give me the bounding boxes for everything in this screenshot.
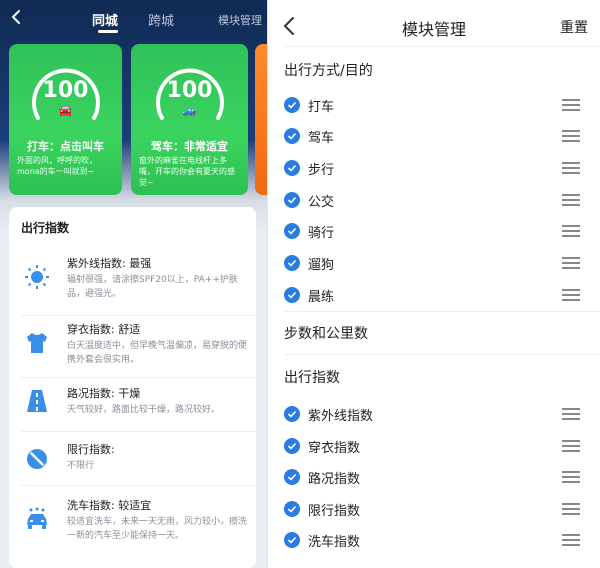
check-icon[interactable] bbox=[284, 128, 300, 144]
tab-module-manage[interactable]: 模块管理 bbox=[218, 12, 262, 28]
tab-same-city[interactable]: 同城 bbox=[92, 10, 118, 29]
drag-handle-icon[interactable] bbox=[562, 503, 580, 515]
road-icon bbox=[23, 387, 51, 415]
section-steps: 步数和公里数 bbox=[284, 326, 368, 342]
drag-handle-icon[interactable] bbox=[562, 440, 580, 452]
drive-score: 100 bbox=[166, 78, 213, 103]
no-entry-icon bbox=[23, 445, 51, 473]
drive-card-title: 驾车：非常适宜 bbox=[151, 140, 228, 153]
index-desc: 天气较好，路面比较干燥，路况较好。 bbox=[67, 405, 221, 415]
divider bbox=[21, 315, 256, 316]
module-label: 路况指数 bbox=[308, 472, 361, 487]
module-row-bus[interactable]: 公交 bbox=[284, 190, 594, 214]
module-label: 限行指数 bbox=[308, 504, 361, 519]
taxi-card-title: 打车：点击叫车 bbox=[27, 140, 104, 153]
module-label: 遛狗 bbox=[308, 258, 335, 273]
shirt-icon bbox=[23, 329, 51, 357]
taxi-card-desc: 外面的风，呼呼的吹，mona的车一叫就到~ bbox=[17, 156, 97, 176]
index-title: 限行指数: bbox=[67, 443, 115, 456]
drag-handle-icon[interactable] bbox=[562, 289, 580, 301]
divider bbox=[284, 311, 600, 312]
drive-card[interactable]: 100 🚙 驾车：非常适宜 窗外的麻雀在电线杆上多嘴，开车的你会有夏天的感觉~ bbox=[131, 44, 248, 195]
module-label: 紫外线指数 bbox=[308, 409, 374, 424]
index-title: 穿衣指数: 舒适 bbox=[67, 323, 141, 336]
tab-active-indicator bbox=[98, 30, 118, 33]
module-label: 打车 bbox=[308, 100, 335, 115]
check-icon[interactable] bbox=[284, 160, 300, 176]
module-row-walk[interactable]: 步行 bbox=[284, 158, 594, 182]
index-row-restriction[interactable]: 限行指数 bbox=[284, 499, 594, 523]
drag-handle-icon[interactable] bbox=[562, 162, 580, 174]
check-icon[interactable] bbox=[284, 97, 300, 113]
city-travel-screen: 同城 跨城 模块管理 100 🚘 打车：点击叫车 外面的风，呼呼的吹，mona的… bbox=[0, 0, 267, 568]
index-desc: 辐射很强，请涂擦SPF20以上，PA++护肤品，避强光。 bbox=[67, 275, 238, 299]
drag-handle-icon[interactable] bbox=[562, 257, 580, 269]
check-icon[interactable] bbox=[284, 192, 300, 208]
index-desc: 不限行 bbox=[67, 461, 95, 471]
index-row-uv[interactable]: 紫外线指数 bbox=[284, 404, 594, 428]
check-icon[interactable] bbox=[284, 255, 300, 271]
drag-handle-icon[interactable] bbox=[562, 194, 580, 206]
car-icon: 🚘 bbox=[58, 104, 73, 117]
next-card-peek[interactable] bbox=[255, 44, 267, 195]
check-icon[interactable] bbox=[284, 501, 300, 517]
check-icon[interactable] bbox=[284, 469, 300, 485]
divider bbox=[284, 46, 600, 47]
index-row-road[interactable]: 路况指数 bbox=[284, 467, 594, 491]
check-icon[interactable] bbox=[284, 223, 300, 239]
index-desc: 较适宜洗车，未来一天无雨，风力较小，擦洗一新的汽车至少能保持一天。 bbox=[67, 517, 248, 541]
drive-card-desc: 窗外的麻雀在电线杆上多嘴，开车的你会有夏天的感觉~ bbox=[139, 156, 235, 187]
drag-handle-icon[interactable] bbox=[562, 130, 580, 142]
module-label: 驾车 bbox=[308, 131, 335, 146]
back-arrow-icon[interactable] bbox=[8, 8, 26, 26]
car-wash-icon bbox=[23, 505, 51, 533]
index-title: 路况指数: 干燥 bbox=[67, 387, 141, 400]
taxi-card[interactable]: 100 🚘 打车：点击叫车 外面的风，呼呼的吹，mona的车一叫就到~ bbox=[9, 44, 122, 195]
drag-handle-icon[interactable] bbox=[562, 471, 580, 483]
panel-title: 出行指数 bbox=[21, 221, 70, 235]
module-row-morning-exercise[interactable]: 晨练 bbox=[284, 285, 594, 309]
module-row-drive[interactable]: 驾车 bbox=[284, 126, 594, 150]
page-title: 模块管理 bbox=[401, 20, 466, 39]
tab-inter-city[interactable]: 跨城 bbox=[148, 10, 174, 29]
check-icon[interactable] bbox=[284, 532, 300, 548]
check-icon[interactable] bbox=[284, 438, 300, 454]
drag-handle-icon[interactable] bbox=[562, 225, 580, 237]
travel-index-panel: 出行指数 紫外线指数: 最强 辐射很强，请涂擦SPF20以上，PA++护肤品，避… bbox=[9, 207, 256, 568]
top-bar: 同城 跨城 模块管理 bbox=[0, 0, 267, 36]
check-icon[interactable] bbox=[284, 406, 300, 422]
module-label: 洗车指数 bbox=[308, 535, 361, 550]
module-label: 晨练 bbox=[308, 290, 335, 305]
divider bbox=[21, 485, 256, 486]
sun-icon bbox=[23, 263, 51, 291]
drag-handle-icon[interactable] bbox=[562, 534, 580, 546]
module-label: 骑行 bbox=[308, 226, 335, 241]
section-travel-mode: 出行方式/目的 bbox=[284, 63, 373, 79]
index-title: 紫外线指数: 最强 bbox=[67, 257, 152, 270]
module-row-cycle[interactable]: 骑行 bbox=[284, 221, 594, 245]
module-label: 公交 bbox=[308, 195, 335, 210]
steering-car-icon: 🚙 bbox=[182, 104, 197, 117]
drag-handle-icon[interactable] bbox=[562, 408, 580, 420]
module-row-taxi[interactable]: 打车 bbox=[284, 95, 594, 119]
divider bbox=[21, 431, 256, 432]
check-icon[interactable] bbox=[284, 287, 300, 303]
module-label: 步行 bbox=[308, 163, 335, 178]
module-label: 穿衣指数 bbox=[308, 441, 361, 456]
module-row-dogwalk[interactable]: 遛狗 bbox=[284, 253, 594, 277]
taxi-score: 100 bbox=[42, 78, 89, 103]
reset-button[interactable]: 重置 bbox=[560, 17, 588, 37]
index-row-clothing[interactable]: 穿衣指数 bbox=[284, 436, 594, 460]
divider bbox=[21, 377, 256, 378]
drag-handle-icon[interactable] bbox=[562, 99, 580, 111]
module-manage-screen: 模块管理 重置 出行方式/目的 打车 驾车 步行 公交 骑行 遛狗 晨练 步数和… bbox=[267, 0, 600, 568]
index-desc: 白天温度适中，但早晚气温偏凉，易穿脱的便携外套会很实用。 bbox=[67, 341, 248, 365]
index-row-carwash[interactable]: 洗车指数 bbox=[284, 530, 594, 554]
index-title: 洗车指数: 较适宜 bbox=[67, 499, 152, 512]
section-travel-index: 出行指数 bbox=[284, 370, 340, 386]
divider bbox=[284, 354, 600, 355]
